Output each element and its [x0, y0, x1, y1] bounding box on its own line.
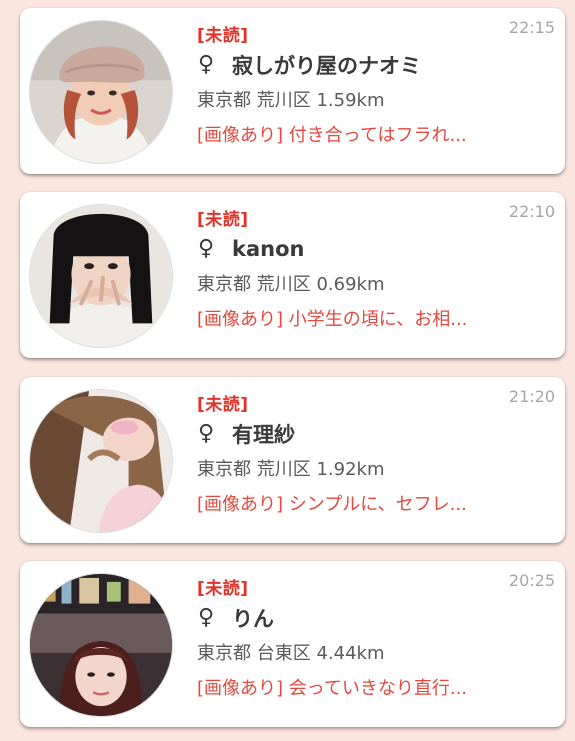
avatar[interactable]: [29, 204, 173, 348]
user-name: 寂しがり屋のナオミ: [232, 54, 421, 78]
avatar[interactable]: [29, 389, 173, 533]
message-card[interactable]: [未読] 22:15 ♀ 寂しがり屋のナオミ 東京都 荒川区 1.59km [画…: [20, 8, 565, 174]
location-distance: 東京都 荒川区 0.69km: [197, 274, 385, 295]
message-card[interactable]: [未読] 20:25 ♀ りん 東京都 台東区 4.44km [画像あり] 会っ…: [20, 561, 565, 727]
avatar-photo: [30, 390, 172, 532]
unread-badge: [未読]: [197, 579, 249, 599]
message-time: 21:20: [508, 387, 555, 406]
location-distance: 東京都 台東区 4.44km: [197, 643, 385, 664]
avatar-photo: [30, 574, 172, 716]
female-sign-icon: ♀: [198, 421, 215, 446]
female-sign-icon: ♀: [198, 605, 215, 630]
avatar[interactable]: [29, 573, 173, 717]
user-name: 有理紗: [232, 423, 295, 447]
name-row: ♀ 寂しがり屋のナオミ: [198, 50, 421, 80]
message-preview: [画像あり] 小学生の頃に、お相...: [197, 309, 468, 330]
female-sign-icon: ♀: [198, 236, 215, 261]
user-name: kanon: [232, 237, 305, 261]
location-distance: 東京都 荒川区 1.92km: [197, 459, 385, 480]
avatar-photo: [30, 205, 172, 347]
message-time: 22:10: [508, 202, 555, 221]
message-time: 20:25: [508, 571, 555, 590]
name-row: ♀ りん: [198, 603, 274, 633]
message-time: 22:15: [508, 18, 555, 37]
message-preview: [画像あり] 会っていきなり直行...: [197, 678, 468, 699]
message-preview: [画像あり] 付き合ってはフラれ...: [197, 125, 467, 146]
avatar[interactable]: [29, 20, 173, 164]
message-card[interactable]: [未読] 21:20 ♀ 有理紗 東京都 荒川区 1.92km [画像あり] シ…: [20, 377, 565, 543]
unread-badge: [未読]: [197, 395, 249, 415]
unread-badge: [未読]: [197, 210, 249, 230]
name-row: ♀ 有理紗: [198, 419, 295, 449]
location-distance: 東京都 荒川区 1.59km: [197, 90, 385, 111]
name-row: ♀ kanon: [198, 234, 304, 264]
message-card[interactable]: [未読] 22:10 ♀ kanon 東京都 荒川区 0.69km [画像あり]…: [20, 192, 565, 358]
user-name: りん: [232, 607, 274, 631]
message-preview: [画像あり] シンプルに、セフレ...: [197, 494, 467, 515]
unread-badge: [未読]: [197, 26, 249, 46]
message-list: [未読] 22:15 ♀ 寂しがり屋のナオミ 東京都 荒川区 1.59km [画…: [0, 0, 575, 741]
avatar-photo: [30, 21, 172, 163]
female-sign-icon: ♀: [198, 52, 215, 77]
